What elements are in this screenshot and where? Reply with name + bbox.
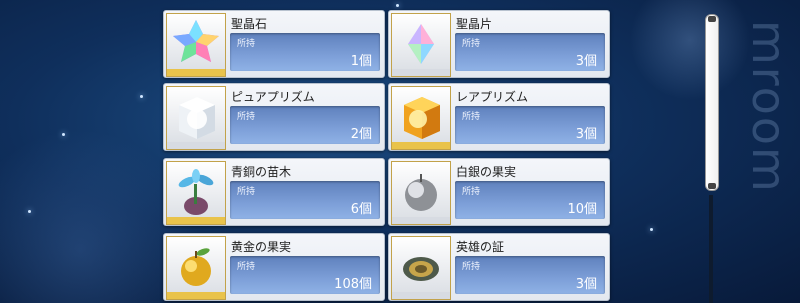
saint-quartz-icon bbox=[173, 20, 219, 62]
item-card-pure-prism[interactable]: ピュアプリズム 所持 2個 bbox=[163, 83, 385, 151]
item-thumbnail bbox=[391, 236, 451, 300]
holding-panel: 所持 2個 bbox=[230, 106, 380, 144]
holding-quantity: 108個 bbox=[334, 277, 372, 292]
holding-quantity: 3個 bbox=[575, 54, 597, 69]
item-thumbnail bbox=[391, 13, 451, 77]
item-thumbnail bbox=[391, 161, 451, 225]
heroic-proof-icon bbox=[403, 257, 439, 281]
holding-label: 所持 bbox=[237, 112, 256, 122]
bronze-sapling-icon bbox=[178, 169, 214, 215]
holding-quantity: 10個 bbox=[567, 202, 597, 217]
item-thumbnail bbox=[166, 13, 226, 77]
item-name: 白銀の果実 bbox=[456, 165, 517, 179]
item-card-saint-quartz[interactable]: 聖晶石 所持 1個 bbox=[163, 10, 385, 78]
item-card-quartz-fragment[interactable]: 聖晶片 所持 3個 bbox=[388, 10, 610, 78]
holding-quantity: 3個 bbox=[575, 127, 597, 142]
golden-fruit-icon bbox=[181, 248, 211, 286]
quartz-fragment-icon bbox=[408, 24, 434, 64]
holding-panel: 所持 3個 bbox=[455, 33, 605, 71]
holding-panel: 所持 1個 bbox=[230, 33, 380, 71]
holding-label: 所持 bbox=[462, 39, 481, 49]
star-sparkle bbox=[650, 228, 653, 231]
star-sparkle bbox=[62, 133, 65, 136]
item-thumbnail bbox=[391, 86, 451, 150]
pure-prism-icon bbox=[179, 97, 215, 139]
star-sparkle bbox=[28, 210, 31, 213]
rare-prism-icon bbox=[404, 97, 440, 139]
holding-panel: 所持 3個 bbox=[455, 106, 605, 144]
holding-panel: 所持 108個 bbox=[230, 256, 380, 294]
item-name: 英雄の証 bbox=[456, 240, 505, 254]
item-name: 聖晶片 bbox=[456, 17, 493, 31]
item-card-heroic-proof[interactable]: 英雄の証 所持 3個 bbox=[388, 233, 610, 301]
item-card-golden-fruit[interactable]: 黄金の果実 所持 108個 bbox=[163, 233, 385, 301]
holding-label: 所持 bbox=[237, 262, 256, 272]
item-thumbnail bbox=[166, 86, 226, 150]
item-name: ピュアプリズム bbox=[231, 90, 315, 104]
scrollbar-thumb[interactable] bbox=[705, 14, 719, 191]
holding-quantity: 1個 bbox=[350, 54, 372, 69]
item-card-bronze-sapling[interactable]: 青銅の苗木 所持 6個 bbox=[163, 158, 385, 226]
watermark-text: mroom bbox=[742, 20, 796, 194]
item-name: レアプリズム bbox=[456, 90, 529, 104]
holding-quantity: 2個 bbox=[350, 127, 372, 142]
holding-quantity: 3個 bbox=[575, 277, 597, 292]
item-thumbnail bbox=[166, 236, 226, 300]
item-card-silver-fruit[interactable]: 白銀の果実 所持 10個 bbox=[388, 158, 610, 226]
holding-label: 所持 bbox=[462, 262, 481, 272]
holding-label: 所持 bbox=[237, 39, 256, 49]
holding-label: 所持 bbox=[237, 187, 256, 197]
holding-label: 所持 bbox=[462, 187, 481, 197]
item-name: 聖晶石 bbox=[231, 17, 268, 31]
item-name: 青銅の苗木 bbox=[231, 165, 292, 179]
holding-label: 所持 bbox=[462, 112, 481, 122]
holding-panel: 所持 3個 bbox=[455, 256, 605, 294]
holding-panel: 所持 6個 bbox=[230, 181, 380, 219]
scrollbar-track[interactable] bbox=[709, 195, 713, 303]
holding-panel: 所持 10個 bbox=[455, 181, 605, 219]
item-card-rare-prism[interactable]: レアプリズム 所持 3個 bbox=[388, 83, 610, 151]
star-sparkle bbox=[396, 4, 399, 7]
silver-fruit-icon bbox=[405, 174, 437, 211]
holding-quantity: 6個 bbox=[350, 202, 372, 217]
scrollbar-cap-bottom bbox=[708, 183, 716, 189]
star-sparkle bbox=[140, 95, 143, 98]
item-name: 黄金の果実 bbox=[231, 240, 292, 254]
item-thumbnail bbox=[166, 161, 226, 225]
scrollbar-cap-top bbox=[708, 16, 716, 22]
